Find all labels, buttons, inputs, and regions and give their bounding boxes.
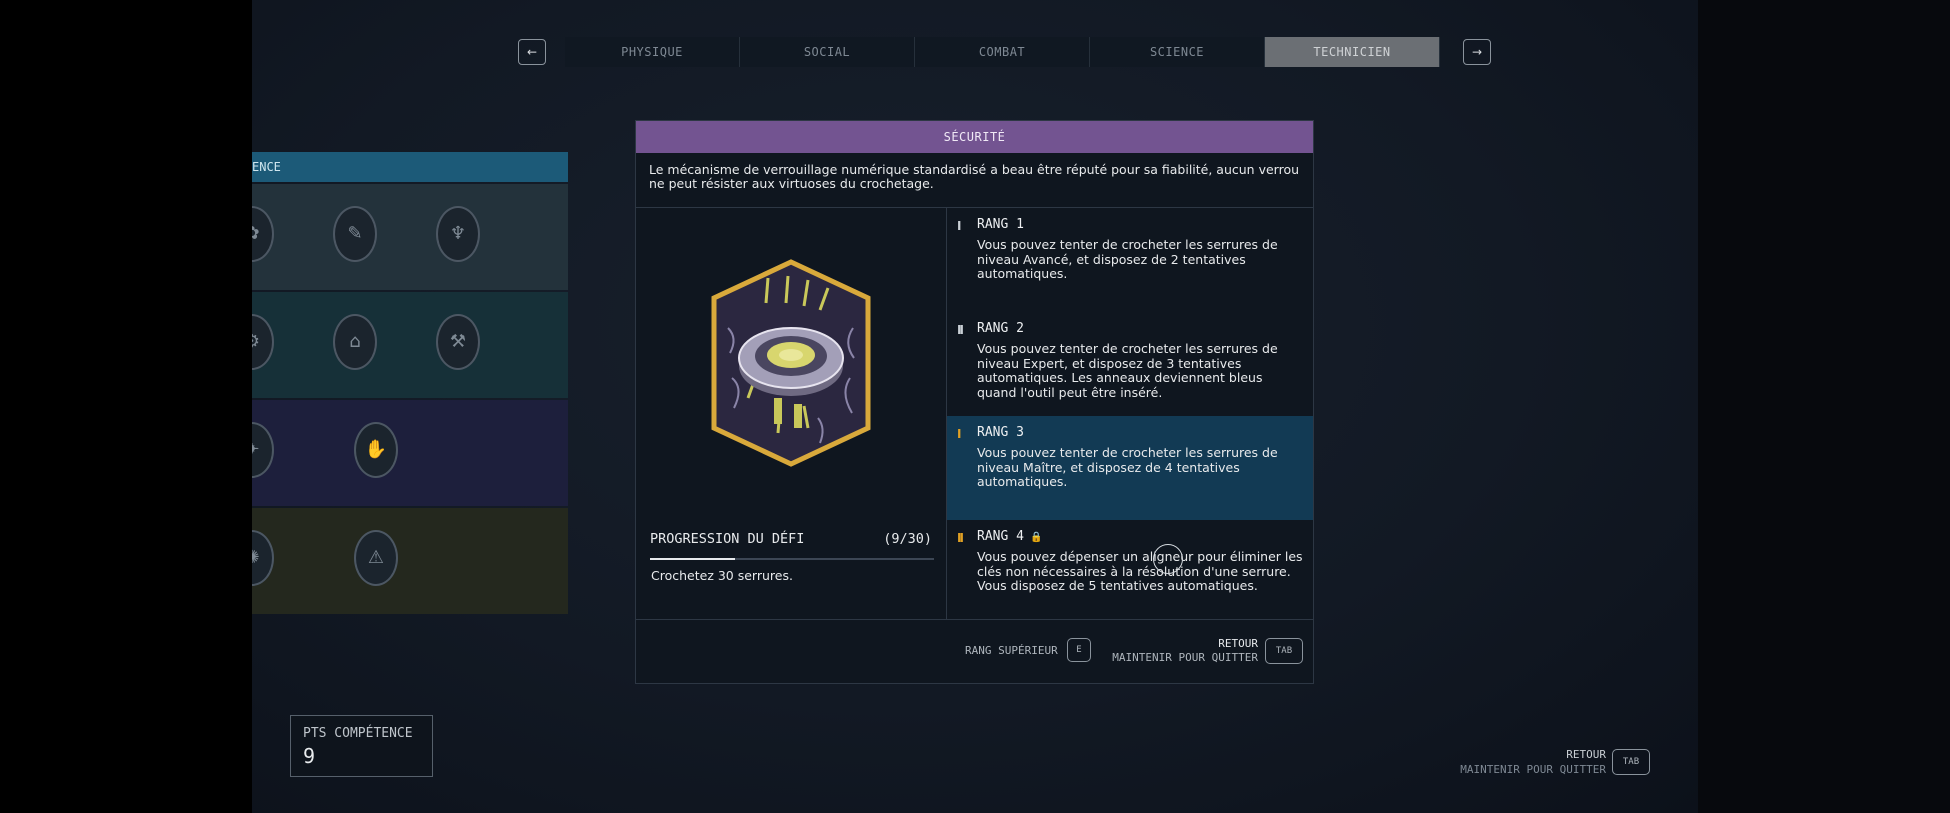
skill-tier-4: ✺ ⚠ [252,508,568,614]
rank-mark-icon: II [957,531,964,545]
tab-science[interactable]: SCIENCE [1090,37,1265,67]
skill-description: Le mécanisme de verrouillage numérique s… [636,153,1313,208]
skills-screen: ← PHYSIQUE SOCIAL COMBAT SCIENCE TECHNIC… [252,0,1698,813]
tab-combat[interactable]: COMBAT [915,37,1090,67]
screen-back-label: RETOUR [1566,748,1606,761]
skill-tier-2: ⚙ ⌂ ⚒ [252,292,568,398]
skill-tier-3: ✈ ✋ [252,400,568,506]
screen-border [1698,0,1950,813]
next-category-button[interactable]: → [1463,39,1491,65]
challenge-progress-bar [650,558,934,560]
skill-icon[interactable]: ⚠ [354,530,398,586]
challenge-progress-fill [650,558,736,560]
skill-badge-column: PROGRESSION DU DÉFI (9/30) Crochetez 30 … [636,208,947,619]
skill-icon[interactable]: ✎ [333,206,377,262]
rank-description: Vous pouvez tenter de crocheter les serr… [977,341,1278,400]
skill-icon[interactable]: ✋ [354,422,398,478]
skill-points-value: 9 [303,744,316,768]
rank-list: I RANG 1 Vous pouvez tenter de crocheter… [947,208,1313,619]
tab-social[interactable]: SOCIAL [740,37,915,67]
rank-4[interactable]: II RANG 4 🔒 Vous pouvez dépenser un align… [947,520,1313,624]
rank-title: RANG 4 🔒 [977,529,1042,544]
rank-title: RANG 1 [977,217,1024,232]
rank-1[interactable]: I RANG 1 Vous pouvez tenter de crocheter… [947,208,1313,312]
skill-tree-header: ENCE [252,152,568,182]
rank-title: RANG 3 [977,425,1024,440]
back-label: RETOUR [1218,637,1258,650]
rank-description: Vous pouvez tenter de crocheter les serr… [977,237,1278,281]
hold-to-quit-label: MAINTENIR POUR QUITTER [1112,651,1258,664]
lock-icon: 🔒 [1029,532,1043,543]
skill-icon[interactable]: ✈ [252,422,274,478]
screen-hold-to-quit-label: MAINTENIR POUR QUITTER [1460,763,1606,776]
rank-title: RANG 2 [977,321,1024,336]
rank-title-text: RANG 4 [977,529,1024,544]
rank-up-label: RANG SUPÉRIEUR [965,644,1058,657]
rank-2[interactable]: II RANG 2 Vous pouvez tenter de crochete… [947,312,1313,416]
challenge-progress-title: PROGRESSION DU DÉFI [650,531,805,547]
skill-icon[interactable]: ✺ [252,530,274,586]
screen-back-key[interactable]: TAB [1612,749,1650,775]
skill-detail-card: SÉCURITÉ Le mécanisme de verrouillage nu… [635,120,1314,684]
skill-icon[interactable]: ⚙ [252,314,274,370]
skill-icon[interactable]: ✿ [252,206,274,262]
cursor-ring-icon [1153,544,1183,574]
security-skill-badge-icon [711,259,871,467]
skill-points-box: PTS COMPÉTENCE 9 [290,715,433,777]
challenge-progress-count: (9/30) [883,531,932,547]
prev-category-button[interactable]: ← [518,39,546,65]
tab-technicien[interactable]: TECHNICIEN [1265,37,1440,67]
tab-physique[interactable]: PHYSIQUE [565,37,740,67]
skill-icon[interactable]: ⌂ [333,314,377,370]
back-key[interactable]: TAB [1265,638,1303,664]
challenge-description: Crochetez 30 serrures. [651,568,793,583]
category-tabs: PHYSIQUE SOCIAL COMBAT SCIENCE TECHNICIE… [565,37,1440,67]
rank-mark-icon: I [957,427,962,441]
rank-mark-icon: II [957,323,964,337]
skill-tier-1: ✿ ✎ ♆ [252,184,568,290]
skill-points-label: PTS COMPÉTENCE [303,726,413,741]
rank-description: Vous pouvez dépenser un aligneur pour él… [977,549,1303,593]
skill-title: SÉCURITÉ [636,121,1313,153]
rank-3[interactable]: I RANG 3 Vous pouvez tenter de crocheter… [947,416,1313,520]
rank-description: Vous pouvez tenter de crocheter les serr… [977,445,1278,489]
skill-icon[interactable]: ♆ [436,206,480,262]
skill-tree-panel: ENCE ✿ ✎ ♆ ⚙ ⌂ ⚒ ✈ ✋ ✺ ⚠ [252,152,568,620]
card-footer: RANG SUPÉRIEUR E RETOUR MAINTENIR POUR Q… [636,620,1313,682]
rank-mark-icon: I [957,219,962,233]
skill-icon[interactable]: ⚒ [436,314,480,370]
rank-up-key[interactable]: E [1067,638,1091,662]
